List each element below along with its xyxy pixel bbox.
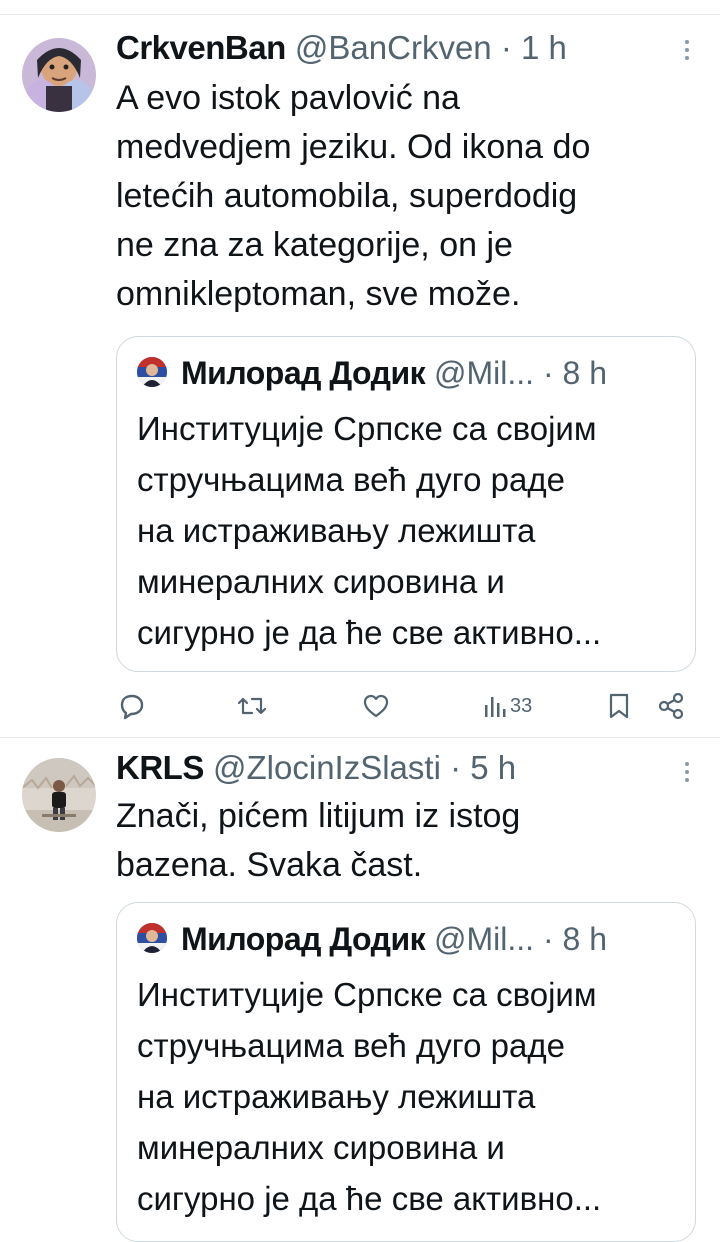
quote-time: · 8 h (542, 355, 607, 391)
quote-time: · 8 h (542, 921, 607, 957)
quoted-tweet[interactable]: Милорад Додик @Mil... · 8 h Институције … (116, 902, 696, 1242)
reply-icon (120, 694, 144, 720)
retweet-icon (237, 697, 267, 715)
retweet-button[interactable] (236, 688, 268, 724)
more-icon[interactable] (682, 36, 692, 66)
author-name[interactable]: KRLS (116, 749, 204, 786)
like-button[interactable] (361, 688, 391, 724)
share-icon (658, 692, 684, 720)
author-name[interactable]: CrkvenBan (116, 29, 286, 66)
views-count: 33 (510, 694, 533, 717)
tweet-header: CrkvenBan @BanCrkven · 1 h (116, 28, 567, 68)
like-icon (363, 694, 389, 718)
quote-author-handle: @Mil... (434, 355, 535, 391)
tweet-1[interactable]: CrkvenBan @BanCrkven · 1 h A evo istok p… (0, 0, 720, 735)
quote-author-name: Милорад Додик (181, 355, 426, 391)
bookmark-button[interactable] (606, 688, 632, 724)
tweet-actions: 33 (116, 688, 696, 724)
quote-header: Милорад Додик @Mil... · 8 h (181, 917, 607, 961)
quote-author-handle: @Mil... (434, 921, 535, 957)
quote-text: Институције Српске са својим стручњацима… (137, 410, 602, 651)
quote-text: Институције Српске са својим стручњацима… (137, 976, 602, 1217)
quote-author-avatar (137, 923, 167, 953)
tweet-time[interactable]: · 1 h (501, 29, 567, 66)
quote-header: Милорад Додик @Mil... · 8 h (181, 351, 607, 395)
share-button[interactable] (656, 688, 686, 724)
views-icon (485, 697, 506, 717)
bookmark-icon (609, 693, 629, 719)
tweet-time[interactable]: · 5 h (450, 749, 516, 786)
more-icon[interactable] (682, 758, 692, 788)
quote-author-avatar (137, 357, 167, 387)
tweet-text: Znači, pićem litijum iz istog bazena. Sv… (116, 797, 521, 884)
tweet-2[interactable]: KRLS @ZlocinIzSlasti · 5 h Znači, pićem … (0, 738, 720, 1242)
author-avatar[interactable] (22, 758, 96, 832)
quoted-tweet[interactable]: Милорад Додик @Mil... · 8 h Институције … (116, 336, 696, 672)
tweet-header: KRLS @ZlocinIzSlasti · 5 h (116, 748, 516, 788)
author-handle[interactable]: @BanCrkven (295, 29, 492, 66)
quote-author-name: Милорад Додик (181, 921, 426, 957)
tweet-text: A evo istok pavlović na medvedjem jeziku… (116, 79, 591, 313)
reply-button[interactable] (116, 688, 146, 724)
author-handle[interactable]: @ZlocinIzSlasti (213, 749, 441, 786)
author-avatar[interactable] (22, 38, 96, 112)
views-button[interactable]: 33 (482, 688, 532, 724)
